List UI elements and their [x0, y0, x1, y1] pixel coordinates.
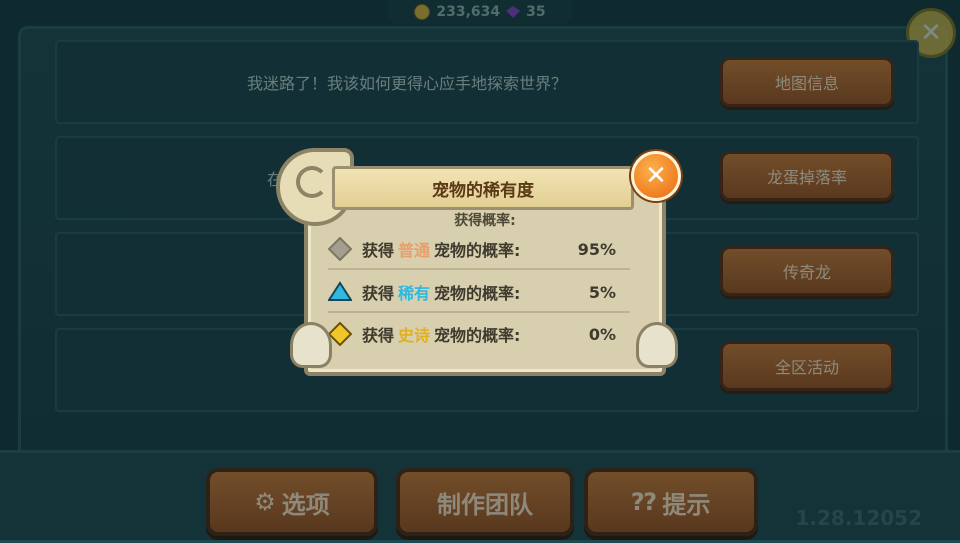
- left-beast-ornament-icon: [290, 322, 332, 368]
- right-beast-ornament-icon: [636, 322, 678, 368]
- rate-row-common: 获得 普通 宠物的概率: 95%: [328, 230, 630, 270]
- rate-suffix: 宠物的概率:: [434, 326, 521, 345]
- dialog-title: 宠物的稀有度: [332, 166, 634, 210]
- dialog-subtitle: 获得概率:: [454, 213, 516, 229]
- rarity-rare: 稀有: [398, 284, 431, 303]
- rate-row-rare: 获得 稀有 宠物的概率: 5%: [328, 273, 630, 313]
- rate-value-rare: 5%: [588, 282, 616, 302]
- rate-row-epic: 获得 史诗 宠物的概率: 0%: [328, 315, 630, 353]
- rate-prefix: 获得: [362, 284, 395, 303]
- rate-value-common: 95%: [577, 239, 616, 259]
- rate-suffix: 宠物的概率:: [434, 284, 521, 303]
- rate-prefix: 获得: [362, 241, 395, 260]
- dialog-close-button[interactable]: ✕: [631, 151, 681, 201]
- rate-prefix: 获得: [362, 326, 395, 345]
- rate-value-epic: 0%: [588, 324, 616, 344]
- gray-diamond-icon: [328, 237, 352, 261]
- rarity-common: 普通: [398, 241, 431, 260]
- rate-suffix: 宠物的概率:: [434, 241, 521, 260]
- rarity-epic: 史诗: [398, 326, 431, 345]
- blue-triangle-icon: [328, 280, 352, 304]
